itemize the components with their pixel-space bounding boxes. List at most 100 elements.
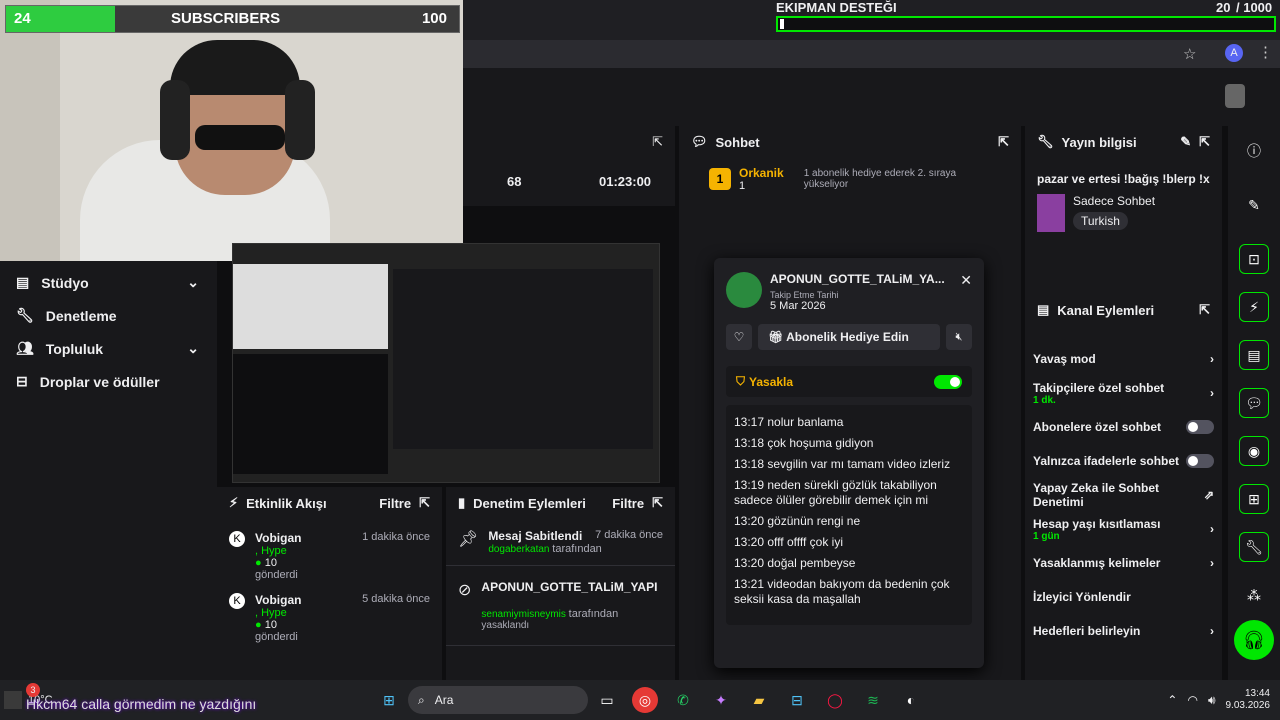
- taskview-icon[interactable]: ▭: [594, 687, 620, 713]
- mod-byword: tarafından: [568, 608, 619, 620]
- set-goals[interactable]: Hedefleri belirleyin ›: [1025, 614, 1222, 648]
- headset-support-icon[interactable]: 🎧︎: [1234, 620, 1274, 660]
- wrench-icon[interactable]: 🔧︎: [1239, 532, 1269, 562]
- close-icon[interactable]: ✕: [960, 272, 972, 312]
- item-sub: 1 gün: [1033, 530, 1060, 542]
- account-age[interactable]: Hesap yaşı kısıtlaması 1 gün ›: [1025, 512, 1222, 546]
- activity-panel: ⚡︎ Etkinlik Akışı Filtre ⇱ K Vobigan 1 dakik…: [217, 487, 442, 680]
- popout-icon[interactable]: ⇱: [998, 134, 1009, 150]
- followers-only[interactable]: Takipçilere özel sohbet 1 dk. ›: [1025, 376, 1222, 410]
- whatsapp-icon[interactable]: ✆: [670, 687, 696, 713]
- emote-only-toggle[interactable]: [1186, 454, 1214, 468]
- chat-icon[interactable]: 💬︎: [1239, 388, 1269, 418]
- activity-filter-button[interactable]: Filtre: [379, 496, 411, 511]
- slow-mode[interactable]: Yavaş mod ›: [1025, 342, 1222, 376]
- subs-only-toggle[interactable]: [1186, 420, 1214, 434]
- subscriber-goal-bar: 24 SUBSCRIBERS 100: [5, 5, 460, 33]
- user-avatar[interactable]: [1225, 84, 1245, 108]
- banned-words[interactable]: Yasaklanmış kelimeler ›: [1025, 546, 1222, 580]
- document-icon[interactable]: ▤: [1239, 340, 1269, 370]
- user-message: 13:19 neden sürekli gözlük takabiliyon s…: [734, 478, 964, 508]
- subscriber-label: SUBSCRIBERS: [171, 10, 281, 27]
- heart-button[interactable]: ♡: [726, 324, 752, 350]
- edit-icon[interactable]: ✎: [1180, 134, 1191, 150]
- top-band: [463, 68, 1280, 126]
- stream-tag[interactable]: Turkish: [1073, 212, 1128, 230]
- moderation-item: ⊘ APONUN_GOTTE_TALiM_YAPI senamiymisneym…: [446, 566, 675, 646]
- info-icon[interactable]: ⓘ: [1239, 136, 1269, 166]
- mod-action-title: APONUN_GOTTE_TALiM_YAPI: [481, 580, 658, 594]
- clock-date: 9.03.2026: [1225, 700, 1271, 711]
- search-box[interactable]: ⌕ Ara: [408, 686, 588, 714]
- user-message: 13:18 çok hoşuma gidiyon: [734, 436, 964, 451]
- event-type: , Hype: [255, 607, 287, 619]
- camera-icon[interactable]: ⊡: [1239, 244, 1269, 274]
- mute-button[interactable]: 🔇︎: [946, 324, 972, 350]
- stream-category[interactable]: Sadece Sohbet: [1073, 194, 1155, 208]
- popout-icon[interactable]: ⇱: [419, 495, 430, 511]
- moderation-filter-button[interactable]: Filtre: [612, 496, 644, 511]
- spotify-icon[interactable]: ≋: [860, 687, 886, 713]
- item-sub: 1 dk.: [1033, 394, 1056, 406]
- popout-icon[interactable]: ⇱: [652, 134, 663, 150]
- gift-sub-button[interactable]: 🎁︎ Abonelik Hediye Edin: [758, 324, 940, 350]
- share-icon[interactable]: ⁂: [1239, 580, 1269, 610]
- volume-icon[interactable]: 🔊︎: [1208, 693, 1216, 708]
- channel-actions-title: Kanal Eylemleri: [1057, 302, 1155, 318]
- file-explorer-icon[interactable]: ▰: [746, 687, 772, 713]
- popout-icon[interactable]: ⇱: [1199, 134, 1210, 150]
- profile-avatar[interactable]: A: [1225, 44, 1243, 62]
- drops-icon: ⊟: [16, 373, 28, 389]
- moderation-panel: ▮ Denetim Eylemleri Filtre ⇱ 📌︎ Mesaj Sabit…: [446, 487, 675, 680]
- nav-community[interactable]: 👥︎ Topluluk ⌄: [0, 332, 217, 365]
- message-time: 13:17: [734, 415, 765, 429]
- emote-only[interactable]: Yalnızca ifadelerle sohbet: [1025, 444, 1222, 478]
- copilot-icon[interactable]: ✦: [708, 687, 734, 713]
- opera-icon[interactable]: ◯: [822, 687, 848, 713]
- category-thumbnail[interactable]: [1037, 194, 1065, 232]
- nav-drops[interactable]: ⊟ Droplar ve ödüller: [0, 365, 217, 398]
- wifi-icon[interactable]: ◠: [1187, 693, 1197, 707]
- mod-user[interactable]: dogaberkatan: [488, 544, 549, 555]
- popout-icon[interactable]: ⇱: [652, 495, 663, 511]
- message-time: 13:18: [734, 436, 765, 450]
- broadcast-icon[interactable]: ◉: [1239, 436, 1269, 466]
- obs-icon[interactable]: ◐: [898, 687, 924, 713]
- ai-moderation[interactable]: Yapay Zeka ile Sohbet Denetimi ⇗: [1025, 478, 1222, 512]
- ban-toggle[interactable]: [934, 374, 962, 389]
- raid-viewers[interactable]: İzleyici Yönlendir: [1025, 580, 1222, 614]
- user-card-popup: APONUN_GOTTE_TALiM_YA... Takip Etme Tari…: [714, 258, 984, 668]
- nav-moderation[interactable]: 🔧︎ Denetleme: [0, 299, 217, 332]
- subs-only[interactable]: Abonelere özel sohbet: [1025, 410, 1222, 444]
- mod-action-result: yasaklandı: [481, 620, 530, 631]
- chrome-icon[interactable]: ◎: [632, 687, 658, 713]
- mod-user[interactable]: senamiymisneymis: [481, 609, 565, 620]
- popout-icon[interactable]: ⇱: [1199, 302, 1210, 318]
- goal-bar-fill: [780, 19, 784, 29]
- edit-icon[interactable]: ✎: [1239, 190, 1269, 220]
- event-user[interactable]: Vobigan: [255, 531, 301, 545]
- menu-dots-icon[interactable]: ⋮: [1258, 43, 1273, 61]
- event-user[interactable]: Vobigan: [255, 593, 301, 607]
- wrench-icon: 🔧︎: [1037, 134, 1054, 149]
- address-bar[interactable]: ☆ A ⋮: [463, 40, 1280, 68]
- viewer-stat: 68: [507, 174, 522, 189]
- user-messages-list[interactable]: 13:17 nolur banlama 13:18 çok hoşuma gidi…: [726, 405, 972, 625]
- chevron-right-icon: ›: [1210, 386, 1214, 400]
- windows-start-icon[interactable]: ⊞: [376, 687, 402, 713]
- stream-info-header: 🔧︎ Yayın bilgisi ✎ ⇱: [1025, 126, 1222, 158]
- star-icon[interactable]: ☆: [1183, 45, 1196, 63]
- mod-action-title: Mesaj Sabitlendi: [488, 529, 583, 543]
- store-icon[interactable]: ⊟: [784, 687, 810, 713]
- weather-icon[interactable]: [4, 691, 22, 709]
- chevron-up-icon[interactable]: ⌃: [1167, 693, 1177, 707]
- event-verb: gönderdi: [255, 631, 298, 643]
- follow-date: 5 Mar 2026: [770, 300, 826, 312]
- split-screen-icon[interactable]: ⊞: [1239, 484, 1269, 514]
- leader-name[interactable]: Orkanik: [739, 166, 784, 180]
- chat-header: 💬︎ Sohbet ⇱: [679, 126, 1021, 158]
- nav-studio[interactable]: ▤ Stüdyo ⌄: [0, 266, 217, 299]
- bolt-icon[interactable]: ⚡︎: [1239, 292, 1269, 322]
- message-text: çok hoşuma gidiyon: [767, 436, 874, 450]
- wall-left: [0, 0, 60, 261]
